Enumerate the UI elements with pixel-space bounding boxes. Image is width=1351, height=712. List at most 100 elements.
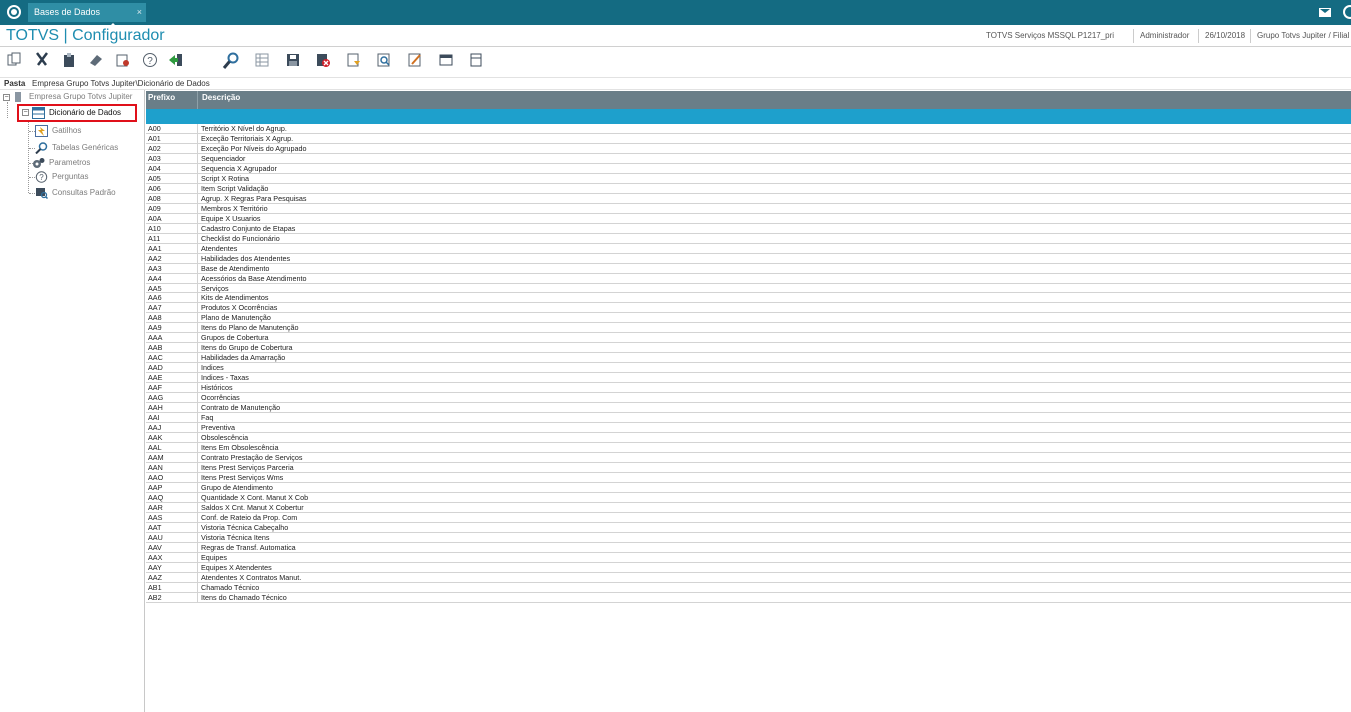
- tab-bases-de-dados[interactable]: Bases de Dados [02.9.0099] ×: [28, 3, 146, 36]
- preview-icon[interactable]: [374, 52, 394, 72]
- table-row[interactable]: AAK Obsolescência: [146, 433, 1351, 443]
- edit-icon[interactable]: [405, 52, 425, 72]
- help-icon[interactable]: ?: [140, 52, 160, 72]
- table-row[interactable]: AB2 Itens do Chamado Técnico: [146, 592, 1351, 603]
- table-row[interactable]: AA3 Base de Atendimento: [146, 263, 1351, 274]
- selected-row-highlight[interactable]: [146, 109, 1351, 124]
- exit-icon[interactable]: [166, 52, 186, 72]
- table-row[interactable]: A06 Item Script Validação: [146, 183, 1351, 194]
- table-row[interactable]: AAS Conf. de Rateio da Prop. Com: [146, 512, 1351, 523]
- column-header-prefixo[interactable]: Prefixo: [146, 91, 198, 109]
- cell-descricao: Vistoria Técnica Cabeçalho: [201, 522, 289, 532]
- table-row[interactable]: AAI Faq: [146, 413, 1351, 424]
- table-row[interactable]: AAL Itens Em Obsolescência: [146, 443, 1351, 453]
- table-row[interactable]: AAD Indices: [146, 363, 1351, 374]
- table-row[interactable]: AA4 Acessórios da Base Atendimento: [146, 273, 1351, 284]
- table-row[interactable]: AA8 Plano de Manutenção: [146, 313, 1351, 324]
- cell-prefixo: AAD: [146, 363, 198, 372]
- table-row[interactable]: AAH Contrato de Manutenção: [146, 403, 1351, 414]
- tree-item-consultas-padrao[interactable]: Consultas Padrão: [35, 186, 116, 200]
- app-menu-icon[interactable]: [7, 5, 21, 19]
- table-row[interactable]: AAO Itens Prest Serviços Wms: [146, 472, 1351, 483]
- table-row[interactable]: AAU Vistoria Técnica Itens: [146, 532, 1351, 543]
- table-row[interactable]: AA5 Serviços: [146, 283, 1351, 294]
- table-row[interactable]: A00 Território X Nível do Agrup.: [146, 124, 1351, 134]
- eraser-icon[interactable]: [86, 52, 106, 72]
- cell-prefixo: AAI: [146, 413, 198, 422]
- table-row[interactable]: AAP Grupo de Atendimento: [146, 482, 1351, 493]
- table-row[interactable]: AAY Equipes X Atendentes: [146, 562, 1351, 573]
- column-header-descricao[interactable]: Descrição: [200, 91, 240, 105]
- table-row[interactable]: A0A Equipe X Usuarios: [146, 213, 1351, 224]
- table-row[interactable]: AAX Equipes: [146, 552, 1351, 563]
- tree-item-gatilhos[interactable]: Gatilhos: [35, 124, 81, 138]
- cell-descricao: Cadastro Conjunto de Etapas: [201, 223, 296, 233]
- delete-icon[interactable]: [313, 52, 333, 72]
- table-row[interactable]: A05 Script X Rotina: [146, 173, 1351, 184]
- copy-icon[interactable]: [4, 52, 24, 72]
- cell-prefixo: AAG: [146, 393, 198, 402]
- table-row[interactable]: AAF Históricos: [146, 383, 1351, 394]
- table-row[interactable]: AAM Contrato Prestação de Serviços: [146, 452, 1351, 463]
- table-row[interactable]: AAQ Quantidade X Cont. Manut X Cob: [146, 492, 1351, 503]
- table-row[interactable]: AAB Itens do Grupo de Cobertura: [146, 343, 1351, 354]
- expand-icon[interactable]: −: [22, 109, 29, 116]
- table-row[interactable]: AAN Itens Prest Serviços Parceria: [146, 462, 1351, 473]
- close-icon[interactable]: ×: [137, 3, 142, 22]
- user-icon[interactable]: [1343, 5, 1351, 19]
- cell-descricao: Sequenciador: [201, 153, 246, 163]
- table-row[interactable]: AAT Vistoria Técnica Cabeçalho: [146, 522, 1351, 533]
- table-row[interactable]: AAC Habilidades da Amarração: [146, 353, 1351, 364]
- grid-icon[interactable]: [252, 52, 272, 72]
- table-row[interactable]: A01 Exceção Territoriais X Agrup.: [146, 133, 1351, 144]
- refresh-icon[interactable]: [113, 52, 133, 72]
- collapse-icon[interactable]: −: [3, 94, 10, 101]
- table-row[interactable]: A03 Sequenciador: [146, 153, 1351, 164]
- table-row[interactable]: AAG Ocorrências: [146, 393, 1351, 404]
- tree-item-perguntas[interactable]: ? Perguntas: [35, 170, 88, 184]
- cell-prefixo: A03: [146, 153, 198, 163]
- tree-root[interactable]: Empresa Grupo Totvs Jupiter: [12, 90, 132, 104]
- cell-descricao: Itens do Plano de Manutenção: [201, 323, 299, 333]
- cell-prefixo: A0A: [146, 213, 198, 223]
- cut-icon[interactable]: [32, 52, 52, 72]
- table-row[interactable]: A08 Agrup. X Regras Para Pesquisas: [146, 193, 1351, 204]
- search-icon[interactable]: [221, 52, 241, 72]
- cell-prefixo: AAT: [146, 522, 198, 532]
- cell-prefixo: A08: [146, 193, 198, 203]
- tree-item-tabelas-genericas[interactable]: Tabelas Genéricas: [35, 141, 118, 155]
- save-icon[interactable]: [283, 52, 303, 72]
- status-divider: [1133, 29, 1134, 43]
- mail-icon[interactable]: [1319, 8, 1331, 17]
- tree-item-dicionario-de-dados[interactable]: Dicionário de Dados: [32, 106, 121, 120]
- table-row[interactable]: AA7 Produtos X Ocorrências: [146, 303, 1351, 314]
- cell-descricao: Serviços: [201, 283, 229, 293]
- table-row[interactable]: A10 Cadastro Conjunto de Etapas: [146, 223, 1351, 234]
- table-row[interactable]: AAR Saldos X Cnt. Manut X Cobertur: [146, 502, 1351, 513]
- table-row[interactable]: AA9 Itens do Plano de Manutenção: [146, 323, 1351, 334]
- table-row[interactable]: A09 Membros X Território: [146, 203, 1351, 214]
- table-row[interactable]: AAJ Preventiva: [146, 423, 1351, 434]
- status-branch: Grupo Totvs Jupiter / Filial Belo H: [1257, 31, 1351, 40]
- window-icon[interactable]: [436, 52, 456, 72]
- table-row[interactable]: AA6 Kits de Atendimentos: [146, 293, 1351, 304]
- table-row[interactable]: AA1 Atendentes: [146, 243, 1351, 254]
- table-row[interactable]: AAA Grupos de Cobertura: [146, 333, 1351, 344]
- table-row[interactable]: AB1 Chamado Técnico: [146, 582, 1351, 593]
- table-row[interactable]: A02 Exceção Por Níveis do Agrupado: [146, 143, 1351, 154]
- cell-descricao: Quantidade X Cont. Manut X Cob: [201, 492, 309, 502]
- table-row[interactable]: AAZ Atendentes X Contratos Manut.: [146, 572, 1351, 583]
- document-icon[interactable]: [466, 52, 486, 72]
- table-row[interactable]: A11 Checklist do Funcionário: [146, 233, 1351, 244]
- grid-body: A00 Território X Nível do Agrup. A01 Exceçã…: [146, 124, 1351, 603]
- cell-prefixo: AA8: [146, 313, 198, 322]
- cell-prefixo: AAB: [146, 343, 198, 352]
- cell-descricao: Item Script Validação: [201, 183, 269, 193]
- paste-icon[interactable]: [59, 52, 79, 72]
- table-row[interactable]: A04 Sequencia X Agrupador: [146, 163, 1351, 174]
- tree-item-parametros[interactable]: Parametros: [32, 156, 90, 170]
- import-icon[interactable]: [344, 52, 364, 72]
- table-row[interactable]: AAV Regras de Transf. Automatica: [146, 542, 1351, 553]
- table-row[interactable]: AA2 Habilidades dos Atendentes: [146, 253, 1351, 264]
- table-row[interactable]: AAE Indices - Taxas: [146, 373, 1351, 384]
